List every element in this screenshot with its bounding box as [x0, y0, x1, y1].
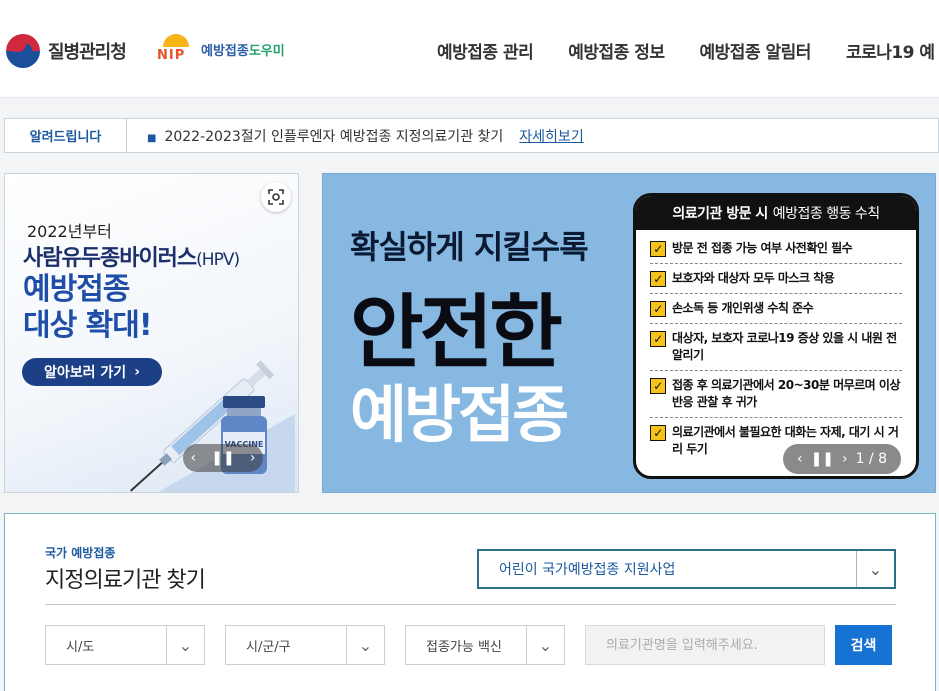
- search-title: 지정의료기관 찾기: [45, 568, 206, 593]
- nip-sun-icon: NIP: [157, 32, 195, 66]
- banner-year: 2022년부터: [27, 222, 112, 241]
- banner-hpv-title: 사람유두종바이러스(HPV): [23, 246, 240, 271]
- rules-list: ✓ 방문 전 접종 가능 여부 사전확인 필수 ✓ 보호자와 대상자 모두 마스크 …: [636, 230, 916, 464]
- left-banner-controls: ‹ ❚❚ ›: [183, 444, 263, 472]
- taegeuk-emblem-icon: [6, 34, 40, 68]
- list-item: ✓ 보호자와 대상자 모두 마스크 착용: [650, 264, 902, 294]
- visit-rules-card: 의료기관 방문 시 예방접종 행동 수칙 ✓ 방문 전 접종 가능 여부 사전확인 …: [633, 193, 919, 479]
- list-item: ✓ 방문 전 접종 가능 여부 사전확인 필수: [650, 234, 902, 264]
- chevron-down-icon: ⌄: [346, 626, 384, 664]
- check-icon: ✓: [650, 301, 666, 317]
- banner-subtitle: 확실하게 지킬수록: [350, 228, 589, 266]
- notice-label: 알려드립니다: [5, 119, 127, 152]
- chevron-down-icon: ⌄: [166, 626, 204, 664]
- check-icon: ✓: [650, 331, 666, 347]
- site-header: 질병관리청 NIP 예방접종도우미 예방접종 관리 예방접종 정보 예방접종 알…: [0, 0, 939, 98]
- prev-icon[interactable]: ‹: [191, 450, 197, 466]
- vaccine-select[interactable]: 접종가능 백신 ⌄: [405, 625, 565, 665]
- slide-counter: 1 / 8: [855, 451, 888, 467]
- rules-heading: 의료기관 방문 시 예방접종 행동 수칙: [636, 196, 916, 230]
- nav-item-management[interactable]: 예방접종 관리: [437, 38, 534, 63]
- main-nav: 예방접종 관리 예방접종 정보 예방접종 알림터 코로나19 예: [437, 38, 935, 63]
- lens-search-icon[interactable]: [261, 182, 291, 212]
- nav-item-covid19[interactable]: 코로나19 예: [846, 38, 935, 63]
- program-select-value: 어린이 국가예방접종 지원사업: [499, 562, 676, 578]
- search-section-label: 국가 예방접종: [45, 546, 116, 560]
- check-icon: ✓: [650, 271, 666, 287]
- clinic-search-panel: 국가 예방접종 지정의료기관 찾기 어린이 국가예방접종 지원사업 ⌄ 시/도 …: [4, 513, 936, 691]
- clinic-name-input[interactable]: [585, 625, 825, 665]
- pause-icon[interactable]: ❚❚: [811, 451, 834, 467]
- hpv-banner[interactable]: 2022년부터 사람유두종바이러스(HPV) 예방접종 대상 확대! 알아보러 …: [4, 173, 299, 493]
- next-icon[interactable]: ›: [842, 451, 848, 467]
- program-select[interactable]: 어린이 국가예방접종 지원사업 ⌄: [477, 549, 896, 589]
- nav-item-notice[interactable]: 예방접종 알림터: [700, 38, 812, 63]
- nip-name: 예방접종도우미: [201, 43, 285, 59]
- kdca-logo[interactable]: 질병관리청: [6, 34, 127, 68]
- check-icon: ✓: [650, 425, 666, 441]
- bullet-icon: ■: [147, 132, 157, 144]
- notice-more-link[interactable]: 자세히보기: [519, 126, 583, 146]
- org-name: 질병관리청: [48, 42, 127, 63]
- safe-vaccination-banner[interactable]: 확실하게 지킬수록 안전한 예방접종 의료기관 방문 시 예방접종 행동 수칙 ✓…: [322, 173, 936, 493]
- right-banner-controls: ‹ ❚❚ › 1 / 8: [783, 444, 901, 474]
- next-icon[interactable]: ›: [250, 450, 256, 466]
- chevron-down-icon: ⌄: [526, 626, 564, 664]
- check-icon: ✓: [650, 378, 666, 394]
- sido-select[interactable]: 시/도 ⌄: [45, 625, 205, 665]
- list-item: ✓ 손소독 등 개인위생 수칙 준수: [650, 294, 902, 324]
- notice-text[interactable]: ■ 2022-2023절기 인플루엔자 예방접종 지정의료기관 찾기: [147, 126, 503, 146]
- chevron-down-icon: ⌄: [856, 551, 894, 587]
- search-button[interactable]: 검색: [835, 625, 892, 665]
- list-item: ✓ 접종 후 의료기관에서 20~30분 머무르며 이상반응 관찰 후 귀가: [650, 371, 902, 418]
- pause-icon[interactable]: ❚❚: [211, 450, 234, 466]
- divider: [45, 604, 896, 605]
- nip-logo[interactable]: NIP 예방접종도우미: [157, 32, 285, 66]
- banner-white-title: 예방접종: [350, 378, 569, 451]
- nav-item-info[interactable]: 예방접종 정보: [568, 38, 665, 63]
- prev-icon[interactable]: ‹: [797, 451, 803, 467]
- notice-bar: 알려드립니다 ■ 2022-2023절기 인플루엔자 예방접종 지정의료기관 찾기…: [4, 118, 939, 153]
- list-item: ✓ 대상자, 보호자 코로나19 증상 있을 시 내원 전 알리기: [650, 324, 902, 371]
- sigungu-select[interactable]: 시/군/구 ⌄: [225, 625, 385, 665]
- check-icon: ✓: [650, 241, 666, 257]
